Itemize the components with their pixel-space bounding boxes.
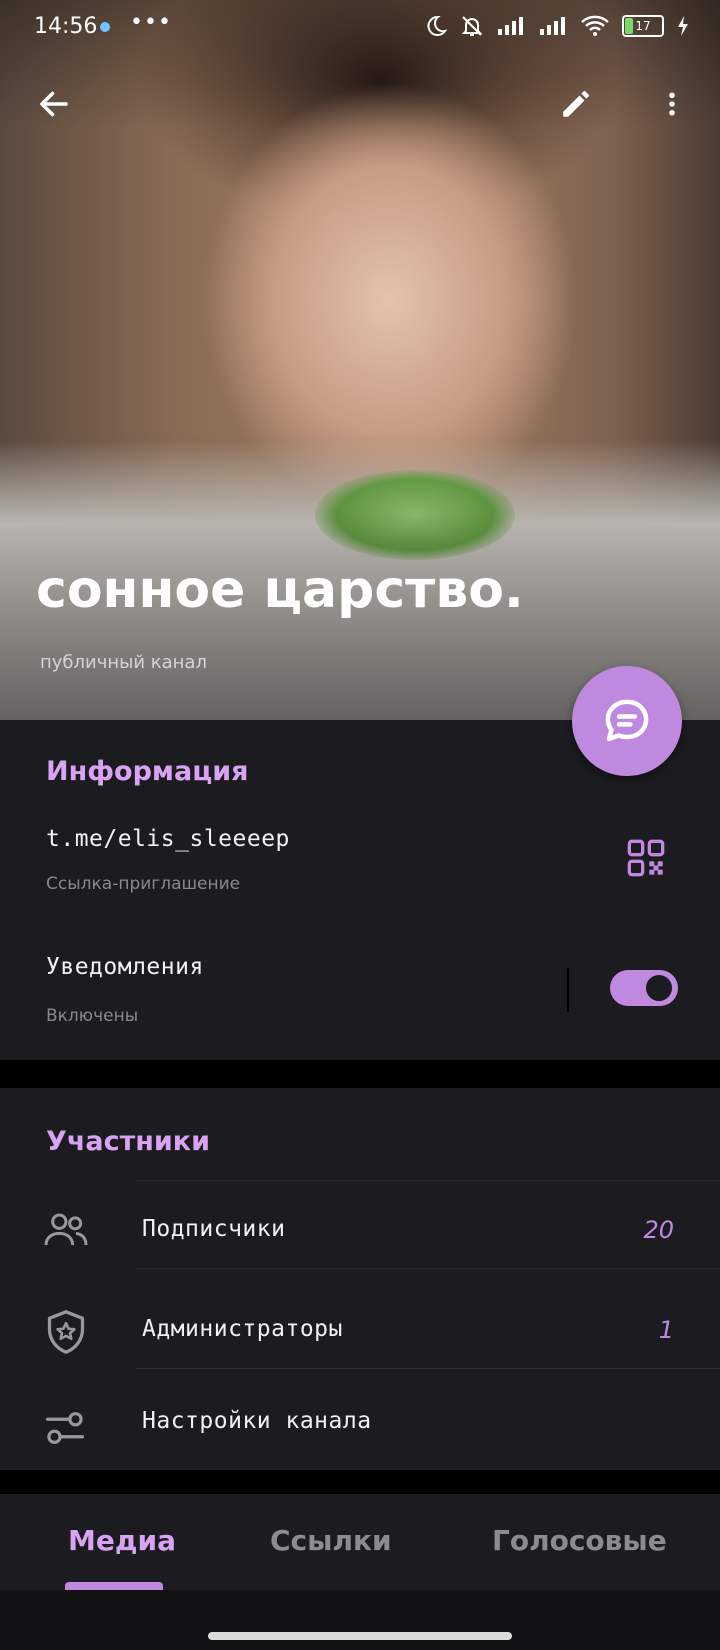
media-tabs: Медиа Ссылки Голосовые [0,1494,720,1590]
notifications-toggle[interactable] [610,970,678,1006]
toggle-knob [644,973,674,1003]
notification-dot-icon [100,22,110,32]
people-icon [44,1213,88,1246]
battery-icon: 17 [622,15,664,37]
channel-type: публичный канал [40,652,207,673]
tab-voice[interactable]: Голосовые [492,1524,667,1557]
discuss-button[interactable] [572,666,682,776]
chat-bubble-icon [605,699,649,742]
row-divider [136,1180,720,1181]
status-more-icon: ••• [130,10,172,35]
back-button[interactable] [30,80,78,128]
status-time: 14:56 [34,14,98,39]
more-menu-button[interactable] [648,80,696,128]
invite-link-caption: Ссылка-приглашение [46,874,241,894]
wifi-icon [581,15,609,36]
qr-code-icon [627,839,665,877]
charging-icon [678,16,688,36]
toggle-separator [567,968,569,1012]
status-bar: 14:56 ••• 17 [0,0,720,56]
channel-settings-row[interactable]: Настройки канала [0,1384,720,1470]
channel-settings-label: Настройки канала [142,1408,372,1434]
arrow-back-icon [40,91,68,117]
bottom-content-strip [0,1590,720,1650]
row-divider-1 [136,1268,720,1269]
members-card: Участники Подписчики 20 Администраторы 1… [0,1088,720,1470]
administrators-count: 1 [658,1316,674,1344]
shield-star-icon [47,1310,85,1354]
qr-code-button[interactable] [626,838,670,882]
sliders-icon [45,1412,85,1444]
tab-links[interactable]: Ссылки [270,1524,392,1557]
subscribers-label: Подписчики [142,1216,286,1242]
edit-button[interactable] [552,80,600,128]
channel-title: сонное царство. [36,560,524,620]
invite-link[interactable]: t.me/elis_sleeeep [46,826,290,852]
notifications-label[interactable]: Уведомления [46,954,204,980]
active-tab-indicator [65,1582,163,1590]
tab-media[interactable]: Медиа [68,1524,176,1557]
info-section-title: Информация [46,756,249,787]
signal-icon-2 [540,17,565,35]
more-vert-icon [669,92,675,116]
members-section-title: Участники [46,1126,211,1157]
battery-level: 17 [635,19,651,33]
notifications-state: Включены [46,1006,139,1026]
administrators-label: Администраторы [142,1316,343,1342]
signal-icon-1 [498,17,523,35]
pencil-icon [563,91,589,117]
bell-off-icon [461,16,483,36]
home-gesture-bar[interactable] [208,1632,512,1640]
subscribers-count: 20 [643,1216,674,1244]
row-divider-2 [136,1368,720,1369]
moon-icon [427,15,448,36]
